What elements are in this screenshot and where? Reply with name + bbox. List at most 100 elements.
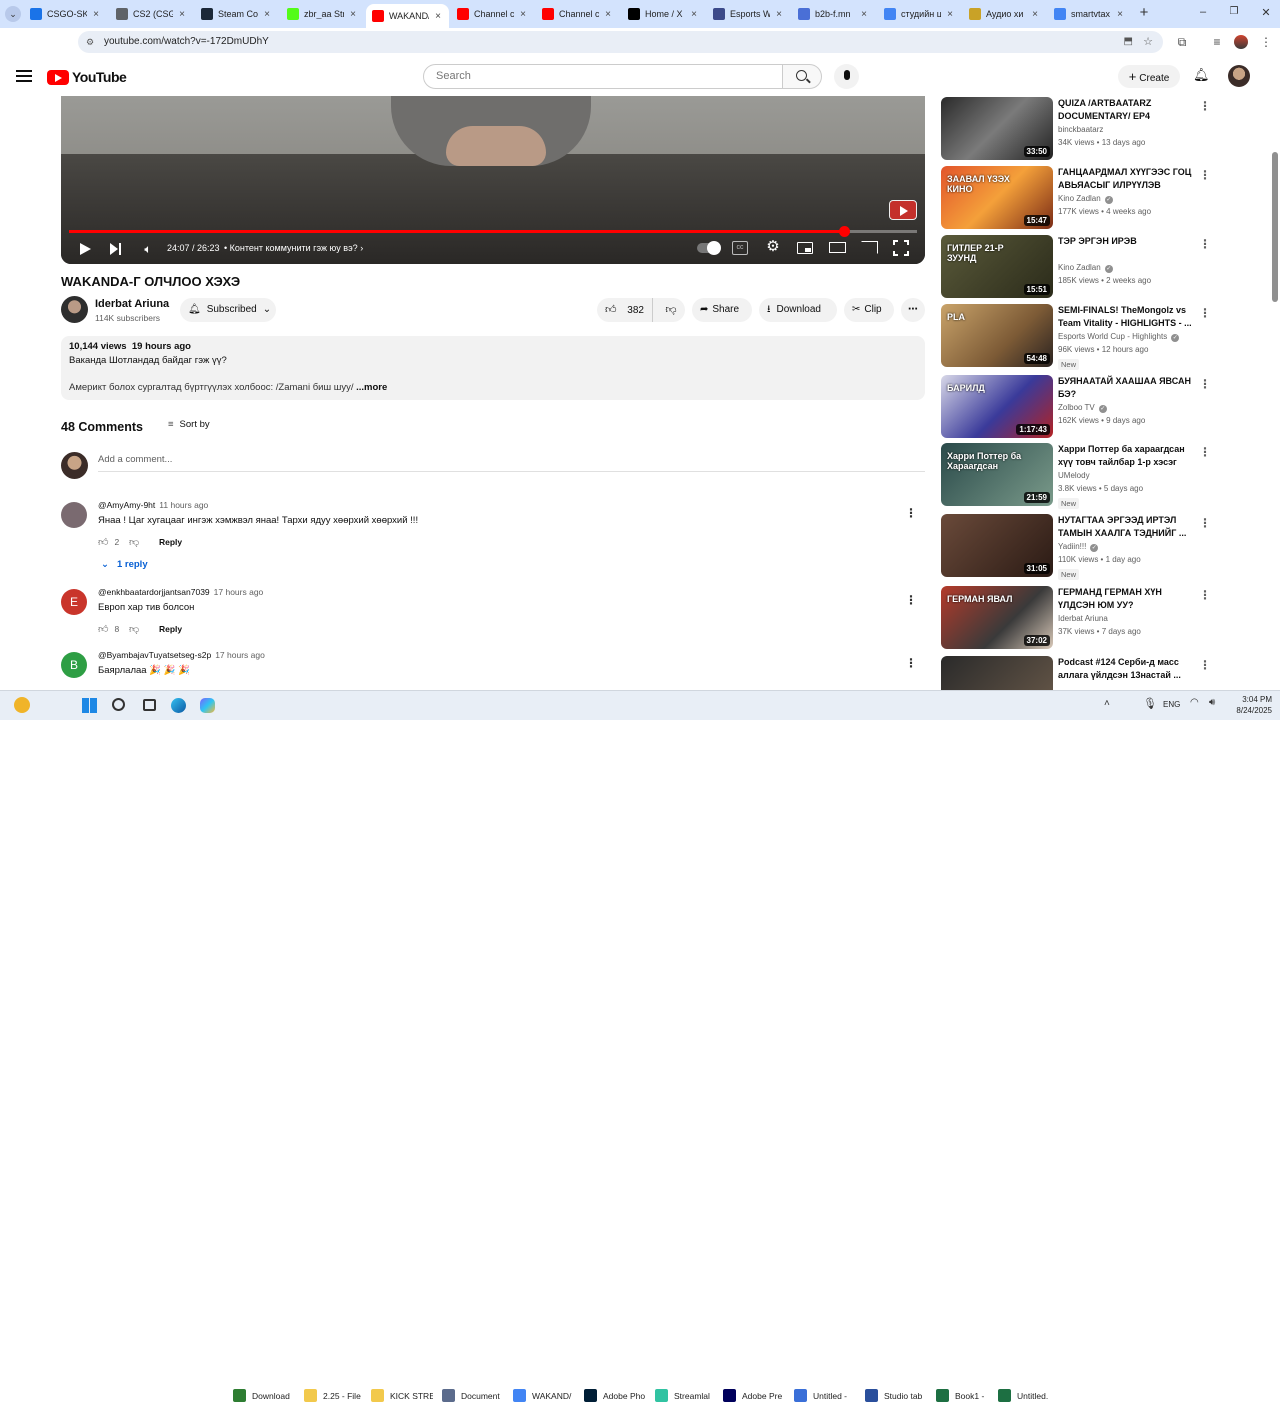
clip-button[interactable]: ✂ Clip bbox=[844, 298, 894, 322]
recommended-channel[interactable]: Iderbat Ariuna bbox=[1058, 614, 1108, 623]
chapter-title[interactable]: • Контент коммунити гэж юу вэ? › bbox=[224, 243, 363, 253]
recommended-video[interactable]: Харри Поттер ба Хараагдсан 21:59 Харри Пот… bbox=[941, 443, 1271, 509]
taskbar-app[interactable]: Adobe Pre bbox=[719, 1385, 785, 1407]
close-tab-icon[interactable]: × bbox=[774, 9, 784, 20]
video-thumbnail[interactable]: PLA 54:48 bbox=[941, 304, 1053, 367]
comment-author[interactable]: @ByambajavTuyatsetseg-s2p 17 hours ago bbox=[98, 650, 265, 660]
comment-author[interactable]: @enkhbaatardorjjantsan7039 17 hours ago bbox=[98, 587, 263, 597]
extensions-icon[interactable]: ⧉ bbox=[1173, 33, 1191, 51]
comment-reply-button[interactable]: Reply bbox=[159, 537, 182, 547]
browser-tab[interactable]: Channel c × bbox=[536, 4, 619, 24]
recommended-menu-icon[interactable]: ⋮ bbox=[1199, 445, 1211, 459]
profile-icon[interactable] bbox=[1232, 33, 1250, 51]
taskbar-app[interactable]: Streamlal bbox=[651, 1385, 717, 1407]
bookmark-star-icon[interactable]: ☆ bbox=[1143, 31, 1153, 53]
video-thumbnail[interactable]: БАРИЛД 1:17:43 bbox=[941, 375, 1053, 438]
comment-menu-icon[interactable]: ⋮ bbox=[905, 656, 917, 670]
clock[interactable]: 3:04 PM 8/24/2025 bbox=[1228, 694, 1272, 716]
play-button[interactable] bbox=[76, 240, 94, 258]
video-thumbnail[interactable]: 33:50 bbox=[941, 97, 1053, 160]
close-tab-icon[interactable]: × bbox=[945, 9, 955, 20]
recommended-menu-icon[interactable]: ⋮ bbox=[1199, 237, 1211, 251]
volume-icon[interactable]: 🔈︎ bbox=[139, 240, 157, 258]
comment-like-button[interactable]: 👍︎ 2 bbox=[98, 536, 119, 548]
voice-search-button[interactable] bbox=[834, 64, 859, 89]
taskbar-app[interactable]: Book1 - bbox=[932, 1385, 998, 1407]
recommended-menu-icon[interactable]: ⋮ bbox=[1199, 99, 1211, 113]
recommended-video[interactable]: PLA 54:48 SEMI-FINALS! TheMongolz vs Team … bbox=[941, 304, 1271, 370]
start-button[interactable] bbox=[82, 698, 97, 713]
browser-tab[interactable]: Steam Co × bbox=[195, 4, 278, 24]
comment-avatar[interactable]: B bbox=[61, 652, 87, 678]
video-thumbnail[interactable]: Харри Поттер ба Хараагдсан 21:59 bbox=[941, 443, 1053, 506]
browser-tab[interactable]: Аудио хи × bbox=[963, 4, 1046, 24]
browser-tab[interactable]: Home / X × bbox=[622, 4, 705, 24]
close-tab-icon[interactable]: × bbox=[433, 11, 443, 22]
browser-tab[interactable]: Esports W × bbox=[707, 4, 790, 24]
recommended-video[interactable]: ГЕРМАН ЯВАЛ 37:02 ГЕРМАНД ГЕРМАН ХҮН ҮЛДСЭ… bbox=[941, 586, 1271, 650]
subtitles-icon[interactable]: cc bbox=[732, 241, 748, 255]
tab-search-button[interactable]: ⌄ bbox=[5, 6, 21, 22]
recommended-video[interactable]: ЗААВАЛ ҮЗЭХ КИНО 15:47 ГАНЦААРДМАЛ ХҮҮГЭЭС… bbox=[941, 166, 1271, 230]
language-indicator[interactable]: ENG bbox=[1163, 700, 1180, 709]
taskbar-app[interactable]: Untitled - bbox=[790, 1385, 856, 1407]
search-input[interactable]: Search bbox=[423, 64, 783, 89]
close-tab-icon[interactable]: × bbox=[1030, 9, 1040, 20]
comment-dislike-button[interactable]: 👎︎ bbox=[129, 623, 139, 635]
fullscreen-icon[interactable] bbox=[893, 240, 909, 256]
taskbar-app[interactable]: Download bbox=[229, 1385, 295, 1407]
restore-window-button[interactable]: ❐ bbox=[1227, 6, 1241, 22]
comment-avatar[interactable]: E bbox=[61, 589, 87, 615]
close-tab-icon[interactable]: × bbox=[177, 9, 187, 20]
taskbar-app[interactable]: Untitled. bbox=[994, 1385, 1060, 1407]
weather-widget-icon[interactable] bbox=[14, 697, 30, 713]
hamburger-menu-icon[interactable] bbox=[16, 70, 32, 82]
browser-tab[interactable]: smartvtax × bbox=[1048, 4, 1131, 24]
comment-menu-icon[interactable]: ⋮ bbox=[905, 506, 917, 520]
taskbar-app[interactable]: Studio tab bbox=[861, 1385, 927, 1407]
comment-dislike-button[interactable]: 👎︎ bbox=[129, 536, 139, 548]
browser-tab[interactable]: Channel c × bbox=[451, 4, 534, 24]
minimize-window-button[interactable]: – bbox=[1196, 6, 1210, 22]
close-tab-icon[interactable]: × bbox=[518, 9, 528, 20]
add-comment-input[interactable]: Add a comment... bbox=[98, 454, 925, 472]
speaker-icon[interactable]: 🔊︎ bbox=[1209, 697, 1215, 708]
copilot-icon[interactable] bbox=[200, 698, 215, 713]
description-box[interactable]: 10,144 views 19 hours ago Ваканда Шотлан… bbox=[61, 336, 925, 400]
create-button[interactable]: + Create bbox=[1118, 65, 1180, 88]
cast-icon[interactable] bbox=[861, 241, 878, 254]
recommended-video[interactable]: 31:05 НУТАГТАА ЭРГЭЭД ИРТЭЛ ТАМЫН ХААЛГА … bbox=[941, 514, 1271, 580]
edge-icon[interactable] bbox=[171, 698, 186, 713]
recommended-channel[interactable]: binckbaatarz bbox=[1058, 125, 1103, 134]
recommended-menu-icon[interactable]: ⋮ bbox=[1199, 516, 1211, 530]
recommended-channel[interactable]: Zolboo TV ✓ bbox=[1058, 403, 1107, 413]
install-app-icon[interactable]: ⬒ bbox=[1124, 31, 1133, 53]
taskbar-search-icon[interactable] bbox=[112, 698, 125, 711]
more-actions-button[interactable]: ⋯ bbox=[901, 298, 925, 322]
browser-tab[interactable]: CSGO-SKI × bbox=[24, 4, 107, 24]
video-thumbnail[interactable]: ЗААВАЛ ҮЗЭХ КИНО 15:47 bbox=[941, 166, 1053, 229]
view-replies-button[interactable]: ⌄ 1 reply bbox=[101, 559, 148, 570]
video-thumbnail[interactable]: 31:05 bbox=[941, 514, 1053, 577]
notifications-bell-icon[interactable]: 🔔︎ bbox=[1193, 67, 1210, 85]
miniplayer-icon[interactable] bbox=[797, 242, 813, 254]
comment-author[interactable]: @AmyAmy-9ht 11 hours ago bbox=[98, 500, 208, 510]
progress-handle[interactable] bbox=[839, 226, 851, 237]
recommended-video[interactable]: ГИТЛЕР 21-Р ЗУУНД 15:51 ТЭР ЭРГЭН ИРЭВ Kino… bbox=[941, 235, 1271, 299]
settings-gear-icon[interactable]: ⚙ bbox=[764, 238, 782, 256]
youtube-logo[interactable]: YouTube bbox=[47, 68, 127, 86]
video-thumbnail[interactable]: ГИТЛЕР 21-Р ЗУУНД 15:51 bbox=[941, 235, 1053, 298]
recommended-channel[interactable]: Esports World Cup - Highlights ✓ bbox=[1058, 332, 1180, 342]
comment-menu-icon[interactable]: ⋮ bbox=[905, 593, 917, 607]
video-player[interactable]: 🔈︎ 24:07 / 26:23 • Контент коммунити гэж… bbox=[61, 96, 925, 264]
browser-tab[interactable]: CS2 (CSGO × bbox=[110, 4, 193, 24]
share-button[interactable]: ➦ Share bbox=[692, 298, 752, 322]
recommended-channel[interactable]: Kino Zadlan ✓ bbox=[1058, 194, 1113, 204]
close-tab-icon[interactable]: × bbox=[603, 9, 613, 20]
page-scrollbar[interactable] bbox=[1271, 96, 1279, 690]
account-avatar[interactable] bbox=[1228, 65, 1250, 87]
address-bar[interactable]: ⚙ youtube.com/watch?v=-172DmUDhY ⬒ ☆ bbox=[78, 31, 1163, 53]
close-tab-icon[interactable]: × bbox=[859, 9, 869, 20]
video-thumbnail[interactable]: ГЕРМАН ЯВАЛ 37:02 bbox=[941, 586, 1053, 649]
search-button[interactable] bbox=[782, 64, 822, 89]
